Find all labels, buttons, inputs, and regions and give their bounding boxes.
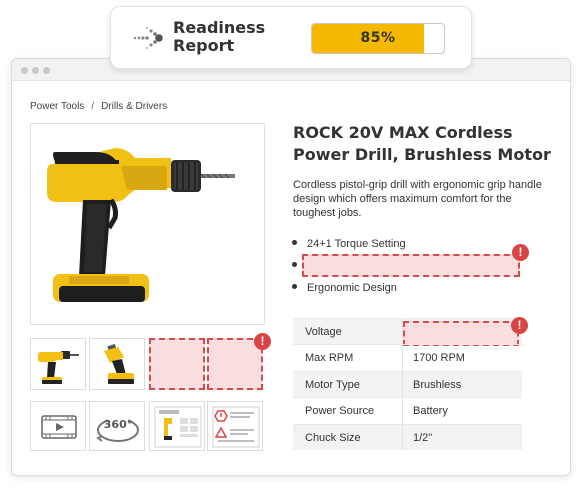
bullet-text: 24+1 Torque Setting (307, 238, 406, 250)
rotate-360-label: 360° (104, 418, 132, 431)
missing-bullet-placeholder[interactable] (302, 254, 520, 277)
table-row-voltage: Voltage (293, 318, 522, 346)
window-dot-1[interactable] (21, 67, 28, 74)
spec-label: Power Source (305, 405, 375, 418)
rotate-360-icon: 360° (94, 406, 142, 453)
thumbnail-missing-1[interactable] (149, 338, 205, 390)
window-dot-2[interactable] (32, 67, 39, 74)
spec-label: Voltage (305, 326, 342, 338)
safety-warning-icon (212, 406, 260, 453)
thumbnail-drill-front[interactable] (30, 338, 86, 390)
breadcrumb-separator: / (91, 101, 95, 112)
alert-icon-thumbnails: ! (254, 333, 271, 350)
spec-sheet-icon (154, 406, 202, 453)
table-row: Motor Type Brushless (293, 370, 522, 398)
alert-icon-specs: ! (511, 317, 528, 334)
product-title: ROCK 20V MAX Cordless Power Drill, Brush… (293, 123, 551, 164)
thumbnail-drill-side[interactable] (89, 338, 145, 390)
readiness-title: Readiness Report (173, 18, 266, 55)
video-icon (41, 415, 77, 444)
spec-value: 1/2" (413, 431, 433, 444)
spec-divider (402, 345, 403, 371)
bullet-dot (292, 284, 297, 289)
product-description: Cordless pistol-grip drill with ergonomi… (293, 179, 542, 219)
readiness-logo-icon (133, 23, 167, 53)
spec-value: Battery (413, 405, 448, 418)
rotate-360-thumbnail[interactable]: 360° (89, 401, 145, 451)
breadcrumb: Power Tools / Drills & Drivers (30, 101, 167, 112)
spec-sheet-thumbnail[interactable] (149, 401, 205, 451)
spec-divider (402, 398, 403, 424)
spec-divider (402, 371, 403, 398)
bullet-dot (292, 262, 297, 267)
bullet-dot (292, 240, 297, 245)
alert-icon-bullet: ! (512, 244, 529, 261)
video-thumbnail[interactable] (30, 401, 86, 451)
window-dot-3[interactable] (43, 67, 50, 74)
table-row: Chuck Size 1/2" (293, 423, 522, 450)
table-row: Power Source Battery (293, 397, 522, 424)
feature-bullets: 24+1 Torque Setting Ergonomic Design (292, 237, 532, 303)
missing-voltage-placeholder[interactable] (403, 321, 519, 346)
spec-label: Motor Type (305, 378, 360, 391)
main-product-image[interactable] (30, 123, 265, 325)
breadcrumb-item-power-tools[interactable]: Power Tools (30, 101, 84, 112)
spec-divider (402, 424, 403, 450)
safety-warning-thumbnail[interactable] (207, 401, 263, 451)
list-item: Ergonomic Design (292, 281, 532, 303)
spec-value: 1700 RPM (413, 352, 465, 365)
spec-value: Brushless (413, 378, 462, 391)
drill-image (47, 148, 235, 302)
list-item-missing (292, 254, 532, 281)
bullet-text: Ergonomic Design (307, 282, 397, 294)
readiness-report-badge: Readiness Report 85% (110, 6, 472, 69)
spec-label: Chuck Size (305, 431, 361, 444)
readiness-progress-bar: 85% (311, 23, 445, 54)
specs-table: Voltage Max RPM 1700 RPM Motor Type Brus… (293, 318, 522, 450)
breadcrumb-item-drills-drivers[interactable]: Drills & Drivers (101, 101, 167, 112)
readiness-percent: 85% (360, 30, 396, 46)
table-row: Max RPM 1700 RPM (293, 344, 522, 371)
spec-label: Max RPM (305, 352, 354, 365)
